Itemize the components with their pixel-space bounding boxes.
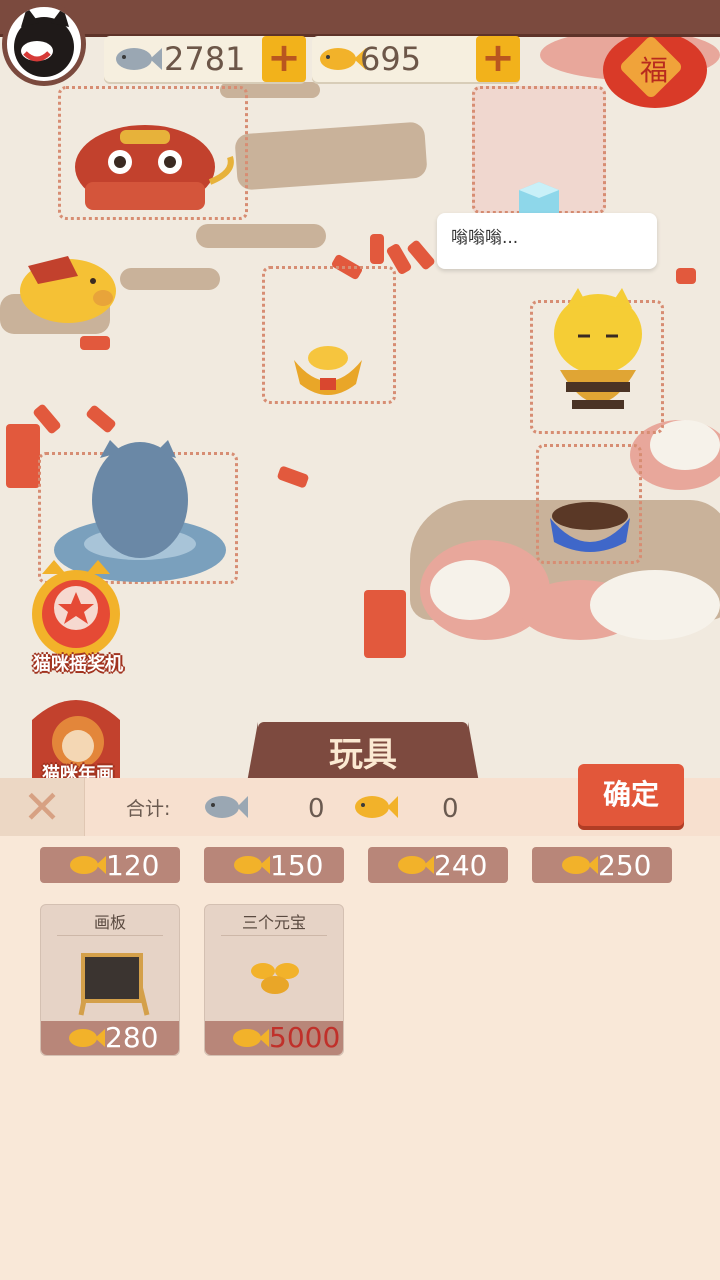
toy-price: 120 (106, 849, 160, 882)
cat-new-year-painting-button[interactable]: 猫咪年画 (14, 690, 142, 790)
toy-price-insufficient: 5000 (269, 1021, 341, 1054)
toy-price: 240 (434, 849, 488, 882)
player-avatar[interactable] (2, 2, 86, 86)
firecracker (276, 465, 310, 489)
silver-fish-icon (205, 796, 248, 818)
silver-fish-value: 2781 (164, 40, 246, 78)
lion-dance-toy[interactable] (70, 122, 240, 222)
divider (57, 935, 163, 936)
firecracker (364, 590, 406, 658)
piggy-bank-toy[interactable] (8, 246, 118, 326)
toy-price-tag[interactable]: 150 (204, 847, 344, 883)
add-gold-fish-button[interactable]: + (476, 36, 520, 82)
toy-card-easel[interactable]: 画板 280 (40, 904, 180, 1056)
speech-bubble: 嗡嗡嗡... (437, 213, 657, 269)
confirm-button[interactable]: 确定 (578, 764, 684, 826)
gold-fish-counter: 695 + (312, 36, 520, 82)
silver-fish-counter: 2781 + (104, 36, 306, 82)
rock (234, 121, 428, 191)
cat-yard-scene: 福 嗡嗡嗡... 2781 + 695 + 猫咪摇奖机 猫咪年画 (0, 0, 720, 790)
toy-price-bar: 280 (41, 1021, 179, 1055)
gold-fish-icon (398, 856, 434, 874)
gold-fish-icon (355, 796, 398, 818)
toy-name: 三个元宝 (241, 913, 306, 932)
easel-board-icon (78, 953, 150, 1016)
cat-lottery-machine-button[interactable]: 猫咪摇奖机 (14, 560, 142, 680)
toy-price: 250 (598, 849, 652, 882)
divider (221, 935, 327, 936)
lottery-machine-icon (32, 560, 120, 658)
toy-name: 画板 (93, 913, 126, 932)
top-bar (0, 0, 720, 37)
speech-bubble-text: 嗡嗡嗡... (451, 228, 519, 248)
gold-ingots-icon (251, 963, 299, 994)
firecracker (80, 336, 110, 350)
toy-price-bar: 5000 (205, 1021, 343, 1055)
close-button[interactable]: ✕ (0, 778, 85, 836)
gold-fish-icon (562, 856, 598, 874)
silver-fish-icon (116, 48, 162, 70)
toy-price-tag[interactable]: 240 (368, 847, 508, 883)
fu-lantern-decoration: 福 (603, 32, 707, 108)
gold-fish-icon (320, 48, 366, 70)
toy-price: 280 (105, 1021, 159, 1054)
food-bowl-toy[interactable] (546, 496, 636, 556)
firecracker (6, 424, 40, 488)
firecracker (85, 403, 117, 435)
gold-fish-icon (234, 856, 270, 874)
rock (196, 224, 326, 248)
svg-text:福: 福 (640, 54, 668, 87)
firecracker (370, 234, 384, 264)
cat-lottery-machine-label: 猫咪摇奖机 (33, 654, 123, 675)
total-gold-value: 0 (442, 794, 459, 824)
rock (120, 268, 220, 290)
gold-fish-icon (233, 1029, 269, 1047)
bee-costume-cat[interactable] (548, 286, 658, 436)
toy-price-tag[interactable]: 120 (40, 847, 180, 883)
toy-price-tag[interactable]: 250 (532, 847, 672, 883)
white-bush (590, 570, 720, 640)
toy-price: 150 (270, 849, 324, 882)
gold-fish-value: 695 (360, 40, 422, 78)
add-silver-fish-button[interactable]: + (262, 36, 306, 82)
white-bush (430, 560, 510, 620)
toy-card-three-ingots[interactable]: 三个元宝 5000 (204, 904, 344, 1056)
gold-fish-icon (70, 856, 106, 874)
gold-fish-icon (69, 1029, 105, 1047)
gold-ingot-toy[interactable] (290, 340, 366, 402)
total-label: 合计: (126, 798, 171, 820)
cat-avatar-icon (14, 7, 74, 77)
firecracker (676, 268, 696, 284)
total-silver-value: 0 (308, 794, 325, 824)
